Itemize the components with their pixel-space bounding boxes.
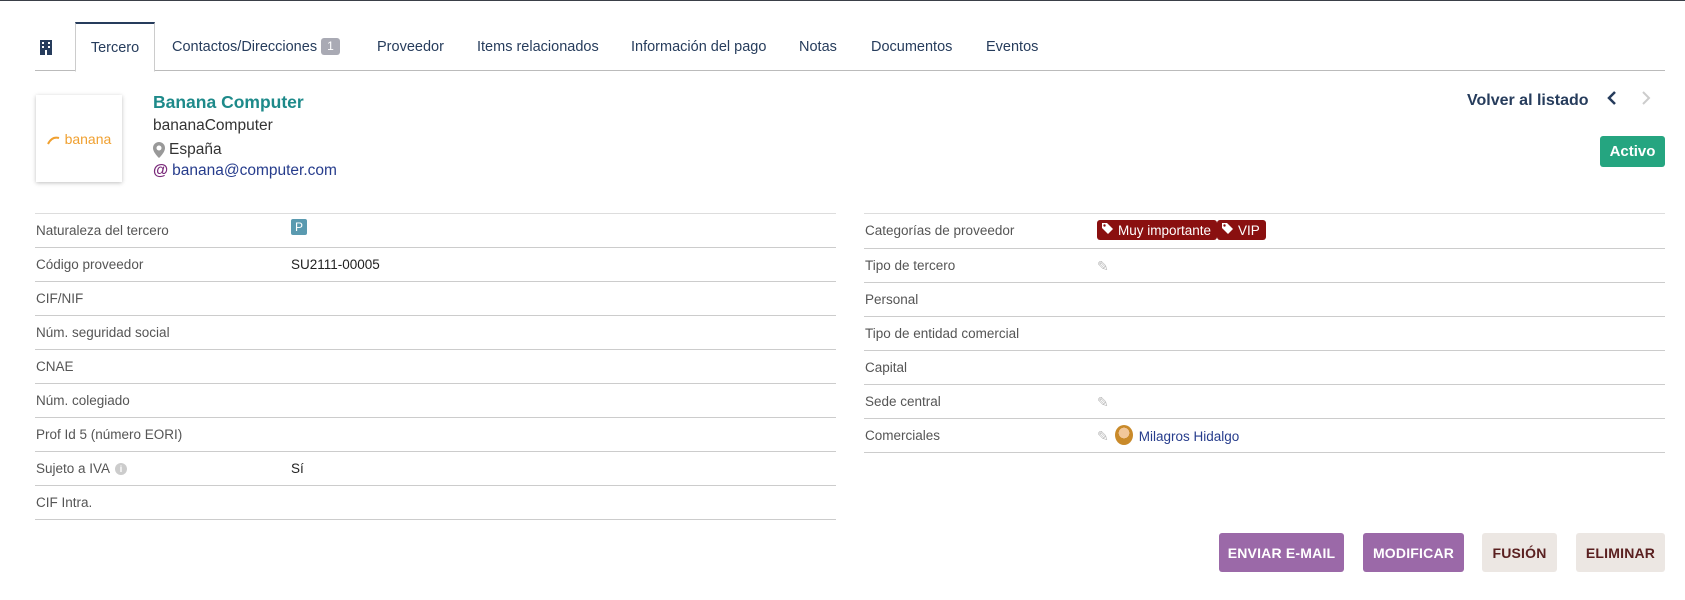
send-email-button[interactable]: ENVIAR E-MAIL <box>1219 533 1344 572</box>
table-row: Prof Id 5 (número EORI) <box>35 418 836 452</box>
nature-badge: P <box>291 219 308 235</box>
field-value: SU2111-00005 <box>291 257 380 272</box>
tab-notas[interactable]: Notas <box>799 22 837 71</box>
company-email[interactable]: @ banana@computer.com <box>153 162 337 180</box>
field-label: CIF Intra. <box>36 495 93 510</box>
tag-icon <box>1101 222 1114 238</box>
tag-icon <box>1221 222 1234 238</box>
field-value: ✎ <box>1097 394 1115 411</box>
chevron-right-icon <box>1640 89 1652 113</box>
field-label: CIF/NIF <box>36 291 84 306</box>
field-value: ✎ <box>1097 258 1115 275</box>
field-label: Categorías de proveedor <box>865 223 1015 238</box>
tag-label: VIP <box>1238 222 1260 238</box>
at-icon: @ <box>153 162 169 179</box>
field-label: Tipo de entidad comercial <box>865 326 1020 341</box>
table-row: Tipo de entidad comercial <box>864 317 1665 351</box>
tab-label: Documentos <box>871 38 953 55</box>
field-label: Código proveedor <box>36 257 144 272</box>
table-row: Sujeto a IVA i Sí <box>35 452 836 486</box>
field-label: CNAE <box>36 359 74 374</box>
table-row: Sede central ✎ <box>864 385 1665 419</box>
field-value: Sí <box>291 461 304 476</box>
tab-proveedor[interactable]: Proveedor <box>377 22 444 71</box>
company-name: Banana Computer <box>153 92 304 112</box>
modify-button[interactable]: MODIFICAR <box>1363 533 1464 572</box>
table-row: Núm. seguridad social <box>35 316 836 350</box>
table-row: CIF Intra. <box>35 486 836 520</box>
building-icon[interactable] <box>39 22 61 71</box>
field-value: Muy importante VIP <box>1097 220 1266 240</box>
field-label: Comerciales <box>865 428 941 443</box>
tag-label: Muy importante <box>1118 222 1212 238</box>
table-row: CNAE <box>35 350 836 384</box>
table-row: Naturaleza del tercero P <box>35 214 836 248</box>
pencil-icon[interactable]: ✎ <box>1097 428 1109 445</box>
field-label: Tipo de tercero <box>865 258 956 273</box>
tab-label: Tercero <box>90 39 140 56</box>
tab-bar: Tercero Contactos/Direcciones 1 Proveedo… <box>35 22 1665 72</box>
table-row: Personal <box>864 283 1665 317</box>
field-label-text: Sujeto a IVA <box>36 461 111 476</box>
delete-button[interactable]: ELIMINAR <box>1576 533 1665 572</box>
field-value: P <box>291 219 308 235</box>
left-fields-table: Naturaleza del tercero P Código proveedo… <box>35 213 836 520</box>
tab-label: Proveedor <box>377 38 444 55</box>
email-link[interactable]: banana@computer.com <box>172 162 337 180</box>
right-fields-table: Categorías de proveedor Muy importante V… <box>864 213 1665 453</box>
field-value: ✎ Milagros Hidalgo <box>1097 425 1240 445</box>
tab-eventos[interactable]: Eventos <box>986 22 1038 71</box>
contacts-count-badge: 1 <box>321 38 340 55</box>
location-pin-icon <box>153 142 165 158</box>
status-badge: Activo <box>1600 136 1665 167</box>
table-row: Tipo de tercero ✎ <box>864 249 1665 283</box>
category-tag[interactable]: Muy importante <box>1097 220 1218 240</box>
field-label: Naturaleza del tercero <box>36 223 169 238</box>
merge-button[interactable]: FUSIÓN <box>1482 533 1557 572</box>
table-row: Código proveedor SU2111-00005 <box>35 248 836 282</box>
category-tag[interactable]: VIP <box>1217 220 1266 240</box>
field-label: Capital <box>865 360 908 375</box>
tab-label: Items relacionados <box>477 38 599 55</box>
company-logo: banana <box>36 95 122 182</box>
tab-tercero[interactable]: Tercero <box>75 22 155 72</box>
table-row: Categorías de proveedor Muy importante V… <box>864 214 1665 249</box>
field-label: Sede central <box>865 394 941 409</box>
table-row: Comerciales ✎ Milagros Hidalgo <box>864 419 1665 453</box>
country-label: España <box>169 141 222 158</box>
tab-contactos[interactable]: Contactos/Direcciones 1 <box>172 22 340 71</box>
table-row: Núm. colegiado <box>35 384 836 418</box>
table-row: CIF/NIF <box>35 282 836 316</box>
pencil-icon[interactable]: ✎ <box>1097 258 1109 275</box>
back-to-list-link[interactable]: Volver al listado <box>1467 92 1589 110</box>
table-row: Capital <box>864 351 1665 385</box>
company-country: España <box>153 141 222 159</box>
sales-rep-link[interactable]: Milagros Hidalgo <box>1139 429 1240 444</box>
company-alias: bananaComputer <box>153 117 273 134</box>
pencil-icon[interactable]: ✎ <box>1097 394 1109 411</box>
tab-items-relacionados[interactable]: Items relacionados <box>477 22 599 71</box>
user-avatar <box>1114 425 1133 445</box>
info-icon[interactable]: i <box>115 462 128 475</box>
tab-documentos[interactable]: Documentos <box>871 22 952 71</box>
field-label: Núm. colegiado <box>36 393 130 408</box>
logo-image: banana <box>46 131 111 147</box>
tab-label: Contactos/Direcciones <box>172 38 318 55</box>
tab-label: Información del pago <box>631 38 767 55</box>
field-label: Sujeto a IVA i <box>36 461 128 476</box>
chevron-left-icon[interactable] <box>1606 89 1618 113</box>
field-label: Personal <box>865 292 919 307</box>
field-label: Prof Id 5 (número EORI) <box>36 427 183 442</box>
field-label: Núm. seguridad social <box>36 325 170 340</box>
tab-informacion-pago[interactable]: Información del pago <box>631 22 766 71</box>
tab-label: Notas <box>799 38 837 55</box>
tab-label: Eventos <box>986 38 1039 55</box>
